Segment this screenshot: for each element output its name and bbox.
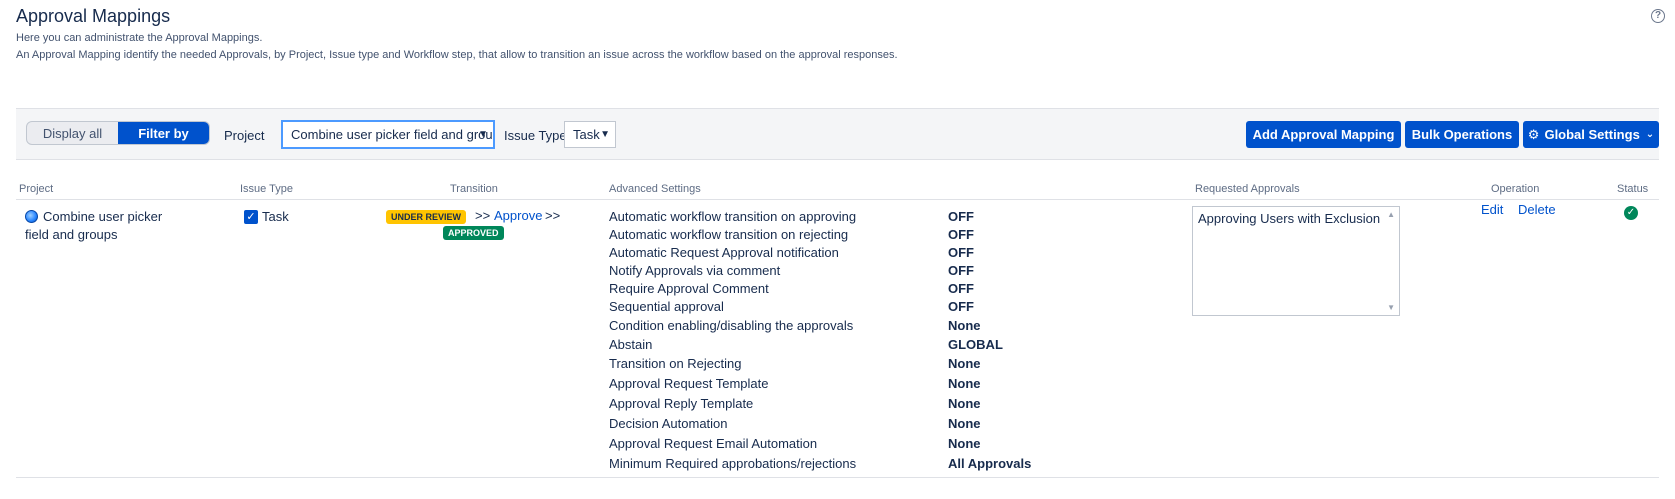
issue-type-name: Task: [262, 209, 289, 224]
setting-value: None: [948, 416, 981, 431]
setting-name: Automatic workflow transition on approvi…: [609, 209, 857, 224]
setting-value: GLOBAL: [948, 337, 1003, 352]
setting-name: Abstain: [609, 337, 653, 352]
setting-name: Approval Request Email Automation: [609, 436, 818, 451]
setting-value: None: [948, 436, 981, 451]
filter-toolbar: Display all Filter by Project Combine us…: [16, 108, 1659, 160]
requested-approval-item[interactable]: Approving Users with Exclusion: [1198, 211, 1380, 226]
setting-value: OFF: [948, 299, 974, 314]
check-circle-icon: ✓: [1624, 206, 1638, 220]
column-header-status: Status: [1617, 183, 1649, 195]
issue-type-select-value: Task: [573, 127, 600, 142]
transition-action-link[interactable]: Approve: [494, 208, 542, 223]
display-filter-toggle: Display all Filter by: [26, 121, 210, 145]
setting-name: Automatic workflow transition on rejecti…: [609, 227, 849, 242]
project-select-value: Combine user picker field and groups: [291, 127, 494, 142]
issue-type-select[interactable]: Task ▼: [564, 121, 616, 148]
setting-value: OFF: [948, 209, 974, 224]
setting-name: Transition on Rejecting: [609, 356, 742, 371]
setting-value: OFF: [948, 281, 974, 296]
global-settings-button[interactable]: ⚙ Global Settings ⌄: [1523, 121, 1659, 148]
page-title: Approval Mappings: [16, 6, 171, 26]
setting-value: None: [948, 396, 981, 411]
scroll-up-icon[interactable]: ▲: [1387, 210, 1395, 219]
edit-link[interactable]: Edit: [1481, 202, 1503, 217]
setting-name: Decision Automation: [609, 416, 728, 431]
column-header-operation: Operation: [1491, 183, 1540, 195]
filter-by-toggle[interactable]: Filter by: [118, 122, 209, 144]
setting-name: Minimum Required approbations/rejections: [609, 456, 857, 471]
requested-approvals-list[interactable]: Approving Users with Exclusion ▲ ▼: [1192, 206, 1400, 316]
add-approval-mapping-button[interactable]: Add Approval Mapping: [1246, 121, 1401, 148]
page-description-detail: An Approval Mapping identify the needed …: [16, 49, 898, 61]
setting-value: OFF: [948, 245, 974, 260]
page-description: Here you can administrate the Approval M…: [16, 32, 263, 44]
transition-arrow-left: >>: [475, 208, 491, 223]
display-all-toggle[interactable]: Display all: [27, 122, 118, 144]
global-settings-label: Global Settings: [1544, 127, 1640, 142]
setting-name: Notify Approvals via comment: [609, 263, 781, 278]
setting-value: None: [948, 376, 981, 391]
column-header-transition: Transition: [450, 183, 498, 195]
project-label: Project: [224, 128, 265, 143]
issue-type-checkbox[interactable]: ✓: [244, 210, 258, 224]
row-divider: [16, 477, 1659, 478]
caret-down-icon: ▼: [600, 129, 610, 140]
setting-value: All Approvals: [948, 456, 1032, 471]
chevron-down-icon: ⌄: [1645, 129, 1655, 140]
setting-value: None: [948, 356, 981, 371]
status-lozenge-to: APPROVED: [443, 226, 504, 240]
setting-value: OFF: [948, 263, 974, 278]
setting-name: Sequential approval: [609, 299, 724, 314]
setting-name: Condition enabling/disabling the approva…: [609, 318, 854, 333]
caret-down-icon: ▼: [478, 129, 488, 140]
setting-value: None: [948, 318, 981, 333]
issue-type-label: Issue Type: [504, 128, 567, 143]
column-header-project: Project: [19, 183, 54, 195]
setting-name: Approval Reply Template: [609, 396, 754, 411]
gear-icon: ⚙: [1527, 126, 1540, 142]
scroll-down-icon[interactable]: ▼: [1387, 303, 1395, 312]
bulk-operations-button[interactable]: Bulk Operations: [1405, 121, 1519, 148]
project-select[interactable]: Combine user picker field and groups ▼: [282, 121, 494, 148]
setting-name: Automatic Request Approval notification: [609, 245, 839, 260]
column-header-advanced-settings: Advanced Settings: [609, 183, 701, 195]
setting-name: Require Approval Comment: [609, 281, 769, 296]
delete-link[interactable]: Delete: [1518, 202, 1556, 217]
header-divider: [16, 199, 1659, 200]
status-lozenge-from: UNDER REVIEW: [386, 210, 467, 224]
setting-name: Approval Request Template: [609, 376, 769, 391]
column-header-requested-approvals: Requested Approvals: [1195, 183, 1300, 195]
transition-arrow-right: >>: [545, 208, 561, 223]
help-icon[interactable]: ?: [1651, 9, 1665, 23]
column-header-issue-type: Issue Type: [240, 183, 293, 195]
project-name: Combine user picker field and groups: [25, 209, 163, 242]
setting-value: OFF: [948, 227, 974, 242]
